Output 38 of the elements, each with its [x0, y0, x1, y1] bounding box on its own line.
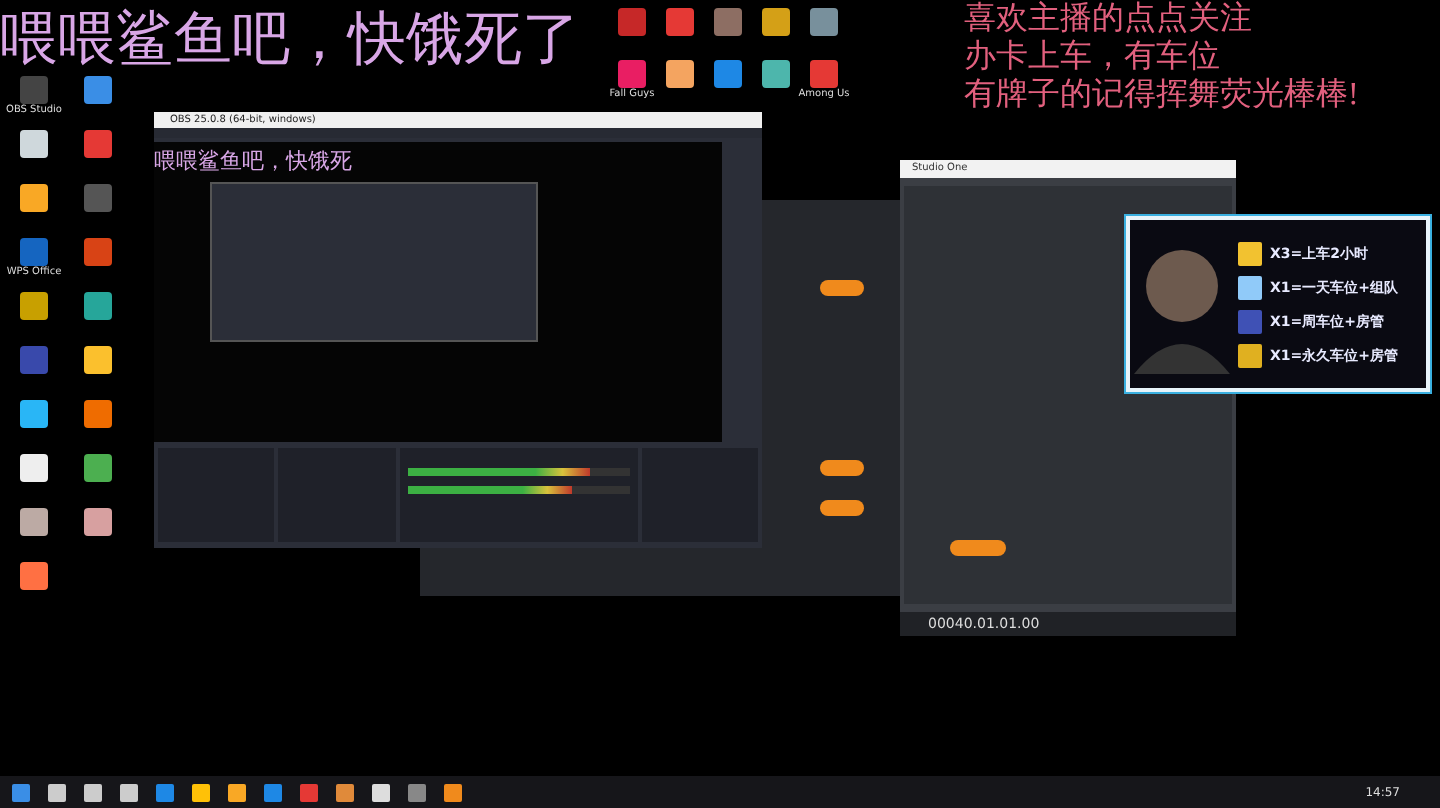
- pill-button[interactable]: [820, 460, 864, 476]
- app-icon[interactable]: [20, 508, 48, 536]
- app-icon[interactable]: [20, 238, 48, 266]
- app-icon[interactable]: [84, 292, 112, 320]
- overlay-caption: 喂喂鲨鱼吧，快饿死了: [0, 6, 580, 76]
- app-icon[interactable]: [20, 292, 48, 320]
- app-icon[interactable]: [84, 130, 112, 158]
- app-icon[interactable]: [84, 76, 112, 104]
- app-icon[interactable]: [84, 454, 112, 482]
- app-icon[interactable]: [666, 60, 694, 88]
- app-icon[interactable]: [20, 454, 48, 482]
- app-icon[interactable]: [618, 8, 646, 36]
- overlay-notice: 办卡上车，有车位: [964, 38, 1220, 76]
- app-icon[interactable]: [762, 60, 790, 88]
- pill-button[interactable]: [820, 500, 864, 516]
- app-icon[interactable]: [20, 184, 48, 212]
- app-icon[interactable]: [20, 346, 48, 374]
- app-icon[interactable]: [762, 8, 790, 36]
- app-icon[interactable]: [618, 60, 646, 88]
- app-icon[interactable]: [84, 508, 112, 536]
- app-icon[interactable]: [20, 400, 48, 428]
- app-icon[interactable]: [84, 238, 112, 266]
- app-icon[interactable]: [84, 400, 112, 428]
- overlay-notice: 喜欢主播的点点关注: [964, 0, 1254, 38]
- app-icon[interactable]: [84, 184, 112, 212]
- app-icon[interactable]: [20, 562, 48, 590]
- app-icon[interactable]: [20, 130, 48, 158]
- overlay-notice: 有牌子的记得挥舞荧光棒棒!: [964, 76, 1359, 114]
- app-icon[interactable]: [666, 8, 694, 36]
- preview-caption: 喂喂鲨鱼吧，快饿死: [154, 147, 352, 176]
- app-icon[interactable]: [84, 346, 112, 374]
- app-icon[interactable]: [810, 60, 838, 88]
- app-icon[interactable]: [714, 60, 742, 88]
- start-button[interactable]: [950, 540, 1006, 556]
- app-icon[interactable]: [20, 76, 48, 104]
- app-icon[interactable]: [810, 8, 838, 36]
- pill-button[interactable]: [820, 280, 864, 296]
- app-icon[interactable]: [714, 8, 742, 36]
